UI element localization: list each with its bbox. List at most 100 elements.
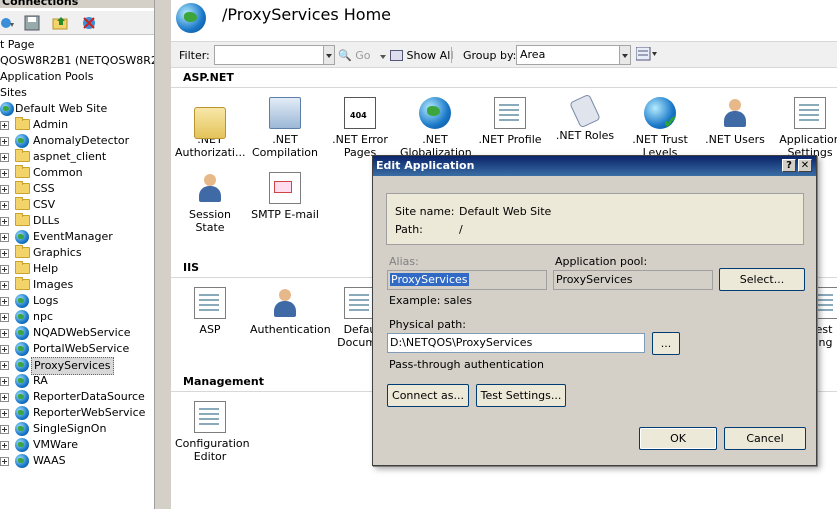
site-info-box: Site name: Default Web Site Path: / xyxy=(386,193,804,245)
feature-tile[interactable]: ASP xyxy=(175,287,245,336)
expand-icon[interactable] xyxy=(0,169,9,178)
filter-dropdown-button[interactable] xyxy=(323,45,335,65)
expand-icon[interactable] xyxy=(0,425,9,434)
folder-icon xyxy=(15,277,30,290)
feature-label: .NET Trust xyxy=(632,133,688,146)
expand-icon[interactable] xyxy=(0,345,9,354)
feature-tile[interactable]: Application Settings xyxy=(775,97,837,159)
show-all-button[interactable]: Show All xyxy=(390,49,453,62)
go-dropdown-icon[interactable] xyxy=(380,55,386,59)
tree-item-label: Graphics xyxy=(33,246,82,259)
expand-icon[interactable] xyxy=(0,313,9,322)
expand-icon[interactable] xyxy=(0,217,9,226)
connections-title: Connections xyxy=(0,0,154,8)
feature-tile[interactable]: SMTP E-mail xyxy=(250,172,320,221)
expand-icon[interactable] xyxy=(0,377,9,386)
alias-field[interactable]: ProxyServices xyxy=(387,270,547,290)
feature-tile[interactable]: .NET Profile xyxy=(475,97,545,146)
feature-tile[interactable]: .NET Users xyxy=(700,97,770,146)
physical-path-input[interactable]: D:\NETQOS\ProxyServices xyxy=(387,333,645,353)
expand-icon[interactable] xyxy=(0,393,9,402)
expand-icon[interactable] xyxy=(0,137,9,146)
expand-icon[interactable] xyxy=(0,457,9,466)
feature-label: Application xyxy=(779,133,837,146)
cancel-button[interactable]: Cancel xyxy=(724,427,806,450)
expand-icon[interactable] xyxy=(0,297,9,306)
feature-tile[interactable]: .NET Authorizati... xyxy=(175,97,245,159)
tree-item-label: DLLs xyxy=(33,214,60,227)
filterbar-divider xyxy=(451,47,452,63)
expand-icon[interactable] xyxy=(0,361,9,370)
tree-item-label: WAAS xyxy=(33,454,66,467)
path-label: Path: xyxy=(395,223,423,236)
save-icon[interactable] xyxy=(24,15,40,31)
feature-label: Authentication xyxy=(250,323,331,336)
filter-input[interactable] xyxy=(214,45,334,65)
users-icon xyxy=(719,97,751,129)
group-by-dropdown-button[interactable] xyxy=(619,45,631,65)
expand-icon[interactable] xyxy=(0,249,9,258)
globe-icon xyxy=(15,374,29,388)
feature-label: .NET xyxy=(422,133,448,146)
expand-icon[interactable] xyxy=(0,121,9,130)
config-editor-icon xyxy=(194,401,226,433)
edit-application-dialog: Edit Application ? ✕ Site name: Default … xyxy=(372,155,817,466)
go-button[interactable]: 🔍 Go xyxy=(338,49,370,62)
trust-icon xyxy=(644,97,678,133)
expand-icon[interactable] xyxy=(0,265,9,274)
test-settings-button[interactable]: Test Settings... xyxy=(476,384,566,407)
feature-label: Editor xyxy=(193,450,227,463)
folder-icon xyxy=(15,245,30,258)
globe-icon xyxy=(15,454,29,468)
globe-icon xyxy=(15,326,29,340)
feature-tile[interactable]: .NET TrustLevels xyxy=(625,97,695,159)
folder-icon xyxy=(15,165,30,178)
disconnect-icon[interactable] xyxy=(81,15,97,31)
folder-icon xyxy=(15,181,30,194)
tree-item-label: Images xyxy=(33,278,74,291)
section-management: Management xyxy=(183,375,264,388)
expand-icon[interactable] xyxy=(0,185,9,194)
expand-icon[interactable] xyxy=(0,233,9,242)
pane-splitter[interactable] xyxy=(154,0,171,509)
connect-icon[interactable] xyxy=(0,15,16,31)
expand-icon[interactable] xyxy=(0,201,9,210)
help-button[interactable]: ? xyxy=(782,159,796,172)
view-mode-icon[interactable] xyxy=(635,46,658,64)
select-button[interactable]: Select... xyxy=(719,268,805,291)
connect-as-button[interactable]: Connect as... xyxy=(387,384,469,407)
expand-icon[interactable] xyxy=(0,281,9,290)
close-button[interactable]: ✕ xyxy=(798,159,812,172)
up-folder-icon[interactable] xyxy=(52,15,68,31)
connections-pane: Connections t Page QOSW8R2B1 (NETQOSW8R2… xyxy=(0,0,154,509)
expand-icon[interactable] xyxy=(0,329,9,338)
globe-icon xyxy=(15,310,29,324)
section-iis: IIS xyxy=(183,261,200,274)
folder-icon xyxy=(15,213,30,226)
feature-tile[interactable]: Configuration Editor xyxy=(175,401,250,463)
feature-tile[interactable]: .NET Compilation xyxy=(250,97,320,159)
feature-tile[interactable]: .NET Roles xyxy=(550,93,620,142)
feature-label: ASP xyxy=(199,323,221,336)
feature-tile[interactable]: .NET Globalization xyxy=(400,97,472,159)
feature-tile[interactable]: Authentication xyxy=(250,287,331,336)
section-divider xyxy=(171,87,837,88)
expand-icon[interactable] xyxy=(0,441,9,450)
ok-button[interactable]: OK xyxy=(639,427,717,450)
asp-icon xyxy=(194,287,226,319)
expand-icon[interactable] xyxy=(0,409,9,418)
page-title: /ProxyServices Home xyxy=(222,5,392,24)
globe-icon xyxy=(15,438,29,452)
feature-tile[interactable]: Session State xyxy=(175,172,245,234)
app-settings-icon xyxy=(794,97,826,129)
group-by-select[interactable]: Area xyxy=(516,45,631,65)
binoculars-icon: 🔍 xyxy=(338,49,352,62)
feature-label: .NET xyxy=(272,133,298,146)
folder-icon xyxy=(15,149,30,162)
feature-label: .NET Profile xyxy=(478,133,542,146)
site-name-value: Default Web Site xyxy=(459,205,552,218)
browse-button[interactable]: ... xyxy=(652,332,680,355)
expand-icon[interactable] xyxy=(0,153,9,162)
folder-icon xyxy=(15,197,30,210)
feature-tile[interactable]: .NET ErrorPages xyxy=(325,97,395,159)
